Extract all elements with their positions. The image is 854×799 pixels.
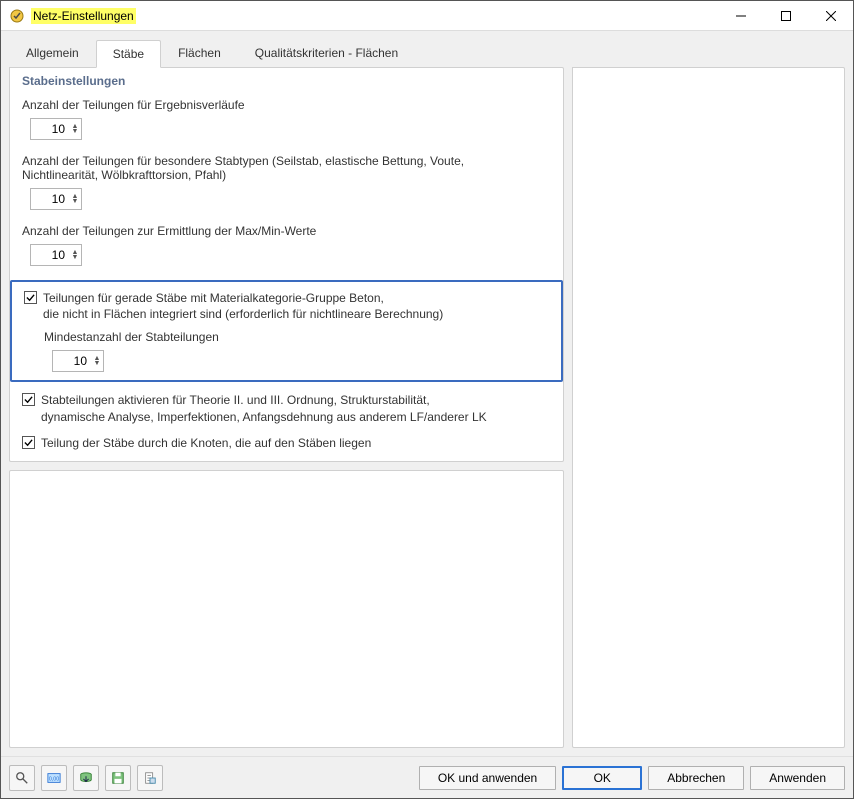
chk-nodes-label: Teilung der Stäbe durch die Knoten, die … xyxy=(41,435,371,451)
div-results-spinner[interactable]: 10 ▲▼ xyxy=(30,118,82,140)
tab-stabe[interactable]: Stäbe xyxy=(96,40,161,68)
dialog-window: Netz-Einstellungen Allgemein Stäbe Fläch… xyxy=(0,0,854,799)
reset-button[interactable] xyxy=(137,765,163,791)
titlebar: Netz-Einstellungen xyxy=(1,1,853,31)
maximize-button[interactable] xyxy=(763,1,808,30)
div-special-value: 10 xyxy=(31,192,69,206)
spinner-arrows-icon[interactable]: ▲▼ xyxy=(69,245,81,265)
tab-allgemein[interactable]: Allgemein xyxy=(9,39,96,67)
chk-concrete[interactable] xyxy=(24,291,37,304)
right-empty-panel xyxy=(572,67,845,748)
div-maxmin-spinner[interactable]: 10 ▲▼ xyxy=(30,244,82,266)
units-icon: 0,00 xyxy=(47,771,61,785)
spinner-arrows-icon[interactable]: ▲▼ xyxy=(91,351,103,371)
min-div-spinner[interactable]: 10 ▲▼ xyxy=(52,350,104,372)
chk-activate[interactable] xyxy=(22,393,35,406)
lower-empty-panel xyxy=(9,470,564,748)
app-icon xyxy=(7,6,27,26)
min-div-label: Mindestanzahl der Stabteilungen xyxy=(44,330,551,344)
cancel-button[interactable]: Abbrechen xyxy=(648,766,744,790)
tab-qualitatskriterien[interactable]: Qualitätskriterien - Flächen xyxy=(238,39,415,67)
spinner-arrows-icon[interactable]: ▲▼ xyxy=(69,119,81,139)
div-special-label: Anzahl der Teilungen für besondere Stabt… xyxy=(22,154,532,182)
footer: 0,00 OK xyxy=(1,756,853,798)
ok-apply-button[interactable]: OK und anwenden xyxy=(419,766,556,790)
tab-flachen[interactable]: Flächen xyxy=(161,39,238,67)
window-title: Netz-Einstellungen xyxy=(31,8,136,24)
minimize-button[interactable] xyxy=(718,1,763,30)
chk-nodes[interactable] xyxy=(22,436,35,449)
chk-concrete-label: Teilungen für gerade Stäbe mit Materialk… xyxy=(43,290,443,322)
units-button[interactable]: 0,00 xyxy=(41,765,67,791)
ok-button[interactable]: OK xyxy=(562,766,642,790)
div-results-label: Anzahl der Teilungen für Ergebnisverläuf… xyxy=(22,98,553,112)
svg-text:0,00: 0,00 xyxy=(49,776,59,782)
magnifier-icon xyxy=(15,771,29,785)
apply-button[interactable]: Anwenden xyxy=(750,766,845,790)
panel-title: Stabeinstellungen xyxy=(22,74,553,88)
min-div-value: 10 xyxy=(53,354,91,368)
spinner-arrows-icon[interactable]: ▲▼ xyxy=(69,189,81,209)
div-maxmin-label: Anzahl der Teilungen zur Ermittlung der … xyxy=(22,224,553,238)
highlighted-section: Teilungen für gerade Stäbe mit Materialk… xyxy=(10,280,563,382)
help-button[interactable] xyxy=(9,765,35,791)
stabeinstellungen-panel: Stabeinstellungen Anzahl der Teilungen f… xyxy=(9,67,564,462)
chk-activate-label: Stabteilungen aktivieren für Theorie II.… xyxy=(41,392,487,424)
div-maxmin-value: 10 xyxy=(31,248,69,262)
document-icon xyxy=(143,771,157,785)
export-button[interactable] xyxy=(105,765,131,791)
close-button[interactable] xyxy=(808,1,853,30)
database-in-icon xyxy=(79,771,93,785)
import-button[interactable] xyxy=(73,765,99,791)
tab-bar: Allgemein Stäbe Flächen Qualitätskriteri… xyxy=(9,39,845,67)
content-area: Allgemein Stäbe Flächen Qualitätskriteri… xyxy=(1,31,853,756)
save-icon xyxy=(111,771,125,785)
div-results-value: 10 xyxy=(31,122,69,136)
div-special-spinner[interactable]: 10 ▲▼ xyxy=(30,188,82,210)
